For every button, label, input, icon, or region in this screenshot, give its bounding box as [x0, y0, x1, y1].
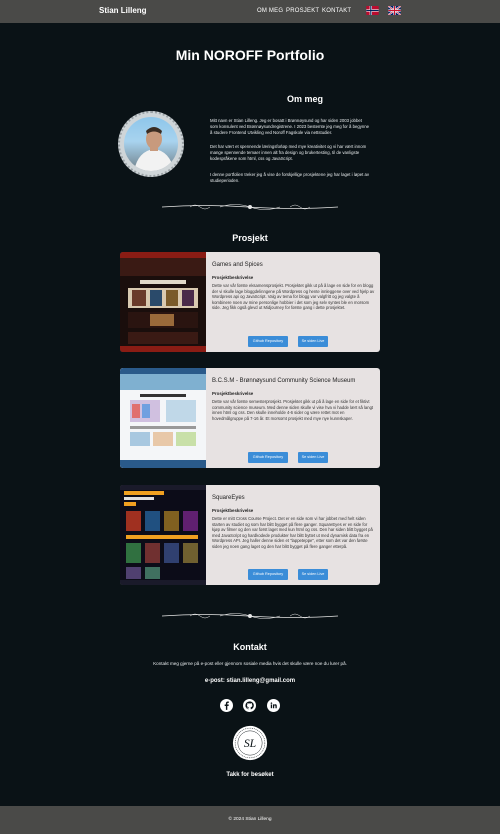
about-paragraph-1: Mitt navn er Stian Lilleng. Jeg er bosat… [210, 118, 370, 135]
copyright-text: © 2024 Stian Lilleng [228, 817, 272, 822]
norway-flag-icon[interactable] [366, 6, 379, 15]
thanks-text: Takk for besøket [226, 772, 274, 778]
about-heading: Om meg [286, 94, 323, 104]
live-site-button[interactable]: Se siden Live [298, 569, 328, 580]
about-paragraph-2: Det har vært et spennende læringsforløp … [210, 144, 367, 161]
nav-link-contact[interactable]: KONTAKT [322, 8, 351, 14]
top-navbar [0, 0, 500, 23]
contact-heading: Kontakt [233, 642, 267, 652]
about-paragraph-3: I denne portfolien treker jeg å vise de … [210, 172, 370, 183]
github-repository-button[interactable]: Github Repository [248, 336, 288, 347]
github-icon[interactable] [243, 699, 256, 712]
linkedin-icon[interactable] [267, 699, 280, 712]
project-description: Dette var vår første eksamensprosjekt. P… [212, 283, 375, 311]
live-site-button[interactable]: Se siden Live [298, 336, 328, 347]
project-card-body: Games and Spices Prosjektbeskrivelse Det… [212, 252, 378, 352]
project-description: Dette er mitt Cross Course Project. Det … [212, 516, 373, 549]
project-subtitle: Prosjektbeskrivelse [212, 275, 254, 280]
brand-logo-text[interactable]: Stian Lilleng [99, 6, 147, 15]
project-screenshot-squareeyes[interactable] [120, 485, 206, 585]
project-subtitle: Prosjektbeskrivelse [212, 391, 254, 396]
contact-text: Kontakt meg gjerne på e-post eller gjenn… [153, 661, 347, 666]
project-card-body: B.C.S.M - Brønnøysund Community Science … [212, 368, 378, 468]
page-title: Min NOROFF Portfolio [175, 47, 325, 63]
avatar [124, 117, 178, 171]
nav-link-projects[interactable]: PROSJEKT [286, 8, 319, 14]
project-screenshot-bcsm[interactable] [120, 368, 206, 468]
project-title: SquareEyes [212, 495, 245, 501]
uk-flag-icon[interactable] [388, 6, 401, 15]
github-repository-button[interactable]: Github Repository [248, 569, 288, 580]
project-title: Games and Spices [212, 262, 263, 268]
project-card-games-and-spices: Games and Spices Prosjektbeskrivelse Det… [120, 252, 380, 352]
ornament-divider [161, 204, 339, 210]
github-repository-button[interactable]: Github Repository [248, 452, 288, 463]
facebook-icon[interactable] [220, 699, 233, 712]
project-title: B.C.S.M - Brønnøysund Community Science … [212, 378, 356, 384]
ornament-divider [161, 613, 339, 619]
logo-initials: SL [244, 737, 256, 750]
avatar-frame [118, 111, 184, 177]
project-subtitle: Prosjektbeskrivelse [212, 508, 254, 513]
sl-monogram-logo: SL [232, 725, 268, 761]
project-card-bcsm: B.C.S.M - Brønnøysund Community Science … [120, 368, 380, 468]
project-screenshot-games-and-spices[interactable] [120, 252, 206, 352]
project-card-squareeyes: SquareEyes Prosjektbeskrivelse Dette er … [120, 485, 380, 585]
projects-heading: Prosjekt [232, 233, 268, 243]
contact-email[interactable]: e-post: stian.lilleng@gmail.com [0, 678, 500, 684]
project-description: Dette var vår første semesterprosjekt. P… [212, 399, 374, 421]
nav-link-about[interactable]: OM MEG [257, 8, 283, 14]
live-site-button[interactable]: Se siden Live [298, 452, 328, 463]
project-card-body: SquareEyes Prosjektbeskrivelse Dette er … [212, 485, 378, 585]
